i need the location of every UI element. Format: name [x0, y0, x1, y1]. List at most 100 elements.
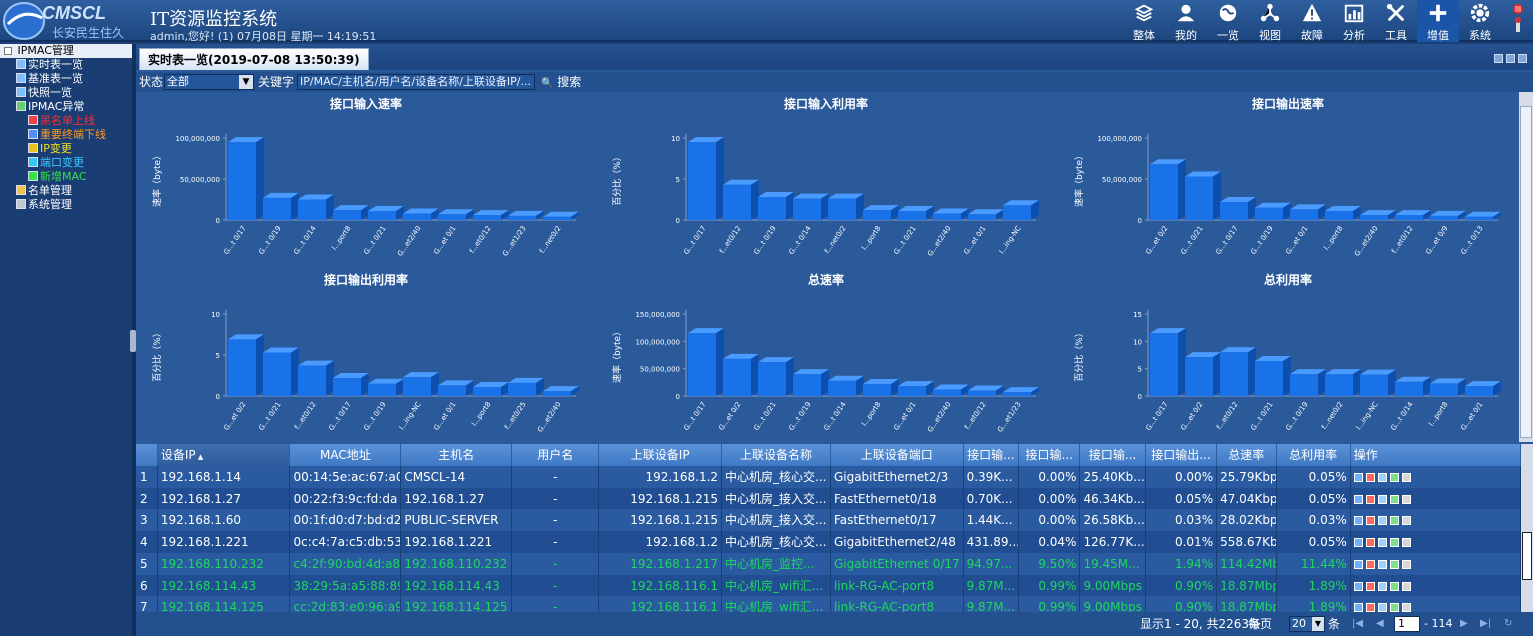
per-page-select[interactable]: 20 ▼ [1289, 616, 1325, 632]
bar[interactable] [1290, 369, 1326, 396]
bar[interactable] [758, 357, 794, 396]
table-row[interactable]: 2 192.168.1.27 00:22:f3:9c:fd:da 192.168.1.… [136, 487, 1521, 510]
collapse-icon[interactable] [4, 47, 12, 55]
bar[interactable] [263, 347, 299, 396]
sidebar-item[interactable]: 重要终端下线 [0, 128, 132, 142]
nav-network[interactable]: 视图 [1249, 0, 1291, 42]
chevron-down-icon[interactable]: ▼ [239, 75, 253, 89]
bar[interactable] [1185, 352, 1221, 396]
view-icon[interactable] [1353, 494, 1363, 504]
sidebar-item[interactable]: 名单管理 [0, 184, 132, 198]
monitor-icon[interactable] [1377, 603, 1387, 613]
page-input[interactable]: 1 [1394, 616, 1420, 632]
column-header[interactable]: 操作 [1351, 444, 1521, 466]
add-icon[interactable] [1389, 603, 1399, 613]
table-row[interactable]: 1 192.168.1.14 00:14:5e:ac:67:a0 CMSCL-14-1… [136, 466, 1521, 488]
scrollbar-thumb[interactable] [1520, 106, 1532, 438]
column-header[interactable]: 上联设备端口 [831, 444, 964, 466]
nav-tools[interactable]: 工具 [1375, 0, 1417, 42]
last-page-icon[interactable]: ▶| [1480, 612, 1491, 636]
table-row[interactable]: 5 192.168.110.232 c4:2f:90:bd:4d:a8 192.168… [136, 552, 1521, 575]
nav-chart[interactable]: 分析 [1333, 0, 1375, 42]
column-header[interactable]: 接口输出... [1146, 444, 1218, 466]
link-icon[interactable] [1401, 603, 1411, 613]
column-header[interactable]: 主机名 [401, 444, 513, 466]
bar[interactable] [403, 208, 439, 220]
first-page-icon[interactable]: |◀ [1352, 612, 1363, 636]
view-icon[interactable] [1353, 538, 1363, 548]
link-icon[interactable] [1401, 494, 1411, 504]
delete-icon[interactable] [1365, 494, 1375, 504]
view-icon[interactable] [1353, 581, 1363, 591]
monitor-icon[interactable] [1506, 54, 1515, 63]
tab-realtime[interactable]: 实时表一览(2019-07-08 13:50:39) [139, 48, 369, 70]
delete-icon[interactable] [1365, 473, 1375, 482]
bar[interactable] [828, 375, 864, 396]
sidebar-item[interactable]: 实时表一览 [0, 58, 132, 72]
bar[interactable] [1465, 381, 1501, 396]
bar[interactable] [438, 209, 474, 220]
bar[interactable] [438, 380, 474, 396]
bar[interactable] [933, 384, 969, 396]
bar[interactable] [1255, 356, 1291, 396]
nav-layers[interactable]: 整体 [1123, 0, 1165, 42]
bar[interactable] [758, 192, 794, 220]
bar[interactable] [828, 193, 864, 220]
bar[interactable] [1150, 328, 1186, 396]
table-row[interactable]: 6 192.168.114.43 38:29:5a:a5:88:89 192.168.… [136, 574, 1521, 597]
bar[interactable] [508, 377, 544, 396]
nav-plus[interactable]: 增值 [1417, 0, 1459, 42]
bar[interactable] [793, 369, 829, 396]
chevron-down-icon[interactable]: ▼ [1312, 617, 1324, 631]
column-header[interactable]: 设备IP ▲ [157, 444, 291, 466]
bar[interactable] [228, 137, 264, 220]
sidebar-item[interactable]: 系统管理 [0, 198, 132, 212]
view-icon[interactable] [1353, 559, 1363, 569]
bar[interactable] [1290, 204, 1326, 220]
window-controls[interactable] [1509, 2, 1527, 36]
charts-scrollbar[interactable] [1519, 92, 1533, 442]
bar[interactable] [1430, 378, 1466, 396]
column-header[interactable]: 接口输... [1019, 444, 1081, 466]
table-row[interactable]: 4 192.168.1.221 0c:c4:7a:c5:db:53 192.168.1… [136, 531, 1521, 554]
add-icon[interactable] [1389, 559, 1399, 569]
monitor-icon[interactable] [1377, 581, 1387, 591]
sidebar-item[interactable]: IP变更 [0, 142, 132, 156]
view-icon[interactable] [1353, 516, 1363, 526]
delete-icon[interactable] [1365, 603, 1375, 613]
bar[interactable] [1360, 210, 1396, 220]
bar[interactable] [1150, 159, 1186, 220]
sidebar-root[interactable]: IPMAC管理 [0, 44, 132, 58]
monitor-icon[interactable] [1377, 473, 1387, 482]
bar[interactable] [543, 211, 579, 220]
sidebar-item[interactable]: 快照一览 [0, 86, 132, 100]
bar[interactable] [1395, 210, 1431, 220]
bar[interactable] [898, 381, 934, 396]
bar[interactable] [968, 209, 1004, 220]
add-icon[interactable] [1389, 494, 1399, 504]
bar[interactable] [933, 208, 969, 220]
column-header[interactable]: 用户名 [512, 444, 600, 466]
bar[interactable] [333, 372, 369, 396]
bar[interactable] [543, 386, 579, 396]
link-icon[interactable] [1401, 559, 1411, 569]
column-header[interactable]: 上联设备IP [599, 444, 723, 466]
column-header[interactable]: 总速率 [1217, 444, 1277, 466]
add-icon[interactable] [1389, 581, 1399, 591]
bar[interactable] [723, 179, 759, 220]
monitor-icon[interactable] [1377, 494, 1387, 504]
bar[interactable] [298, 360, 334, 396]
add-icon[interactable] [1389, 538, 1399, 548]
bar[interactable] [1395, 376, 1431, 396]
prev-page-icon[interactable]: ◀ [1376, 612, 1384, 636]
monitor-icon[interactable] [1377, 516, 1387, 526]
delete-icon[interactable] [1365, 538, 1375, 548]
bar[interactable] [368, 378, 404, 396]
refresh-icon[interactable]: ↻ [1504, 612, 1512, 636]
column-header[interactable]: 上联设备名称 [722, 444, 831, 466]
bar[interactable] [333, 205, 369, 220]
bar[interactable] [1430, 210, 1466, 220]
bar[interactable] [1465, 211, 1501, 220]
bar[interactable] [403, 372, 439, 396]
link-icon[interactable] [1401, 516, 1411, 526]
